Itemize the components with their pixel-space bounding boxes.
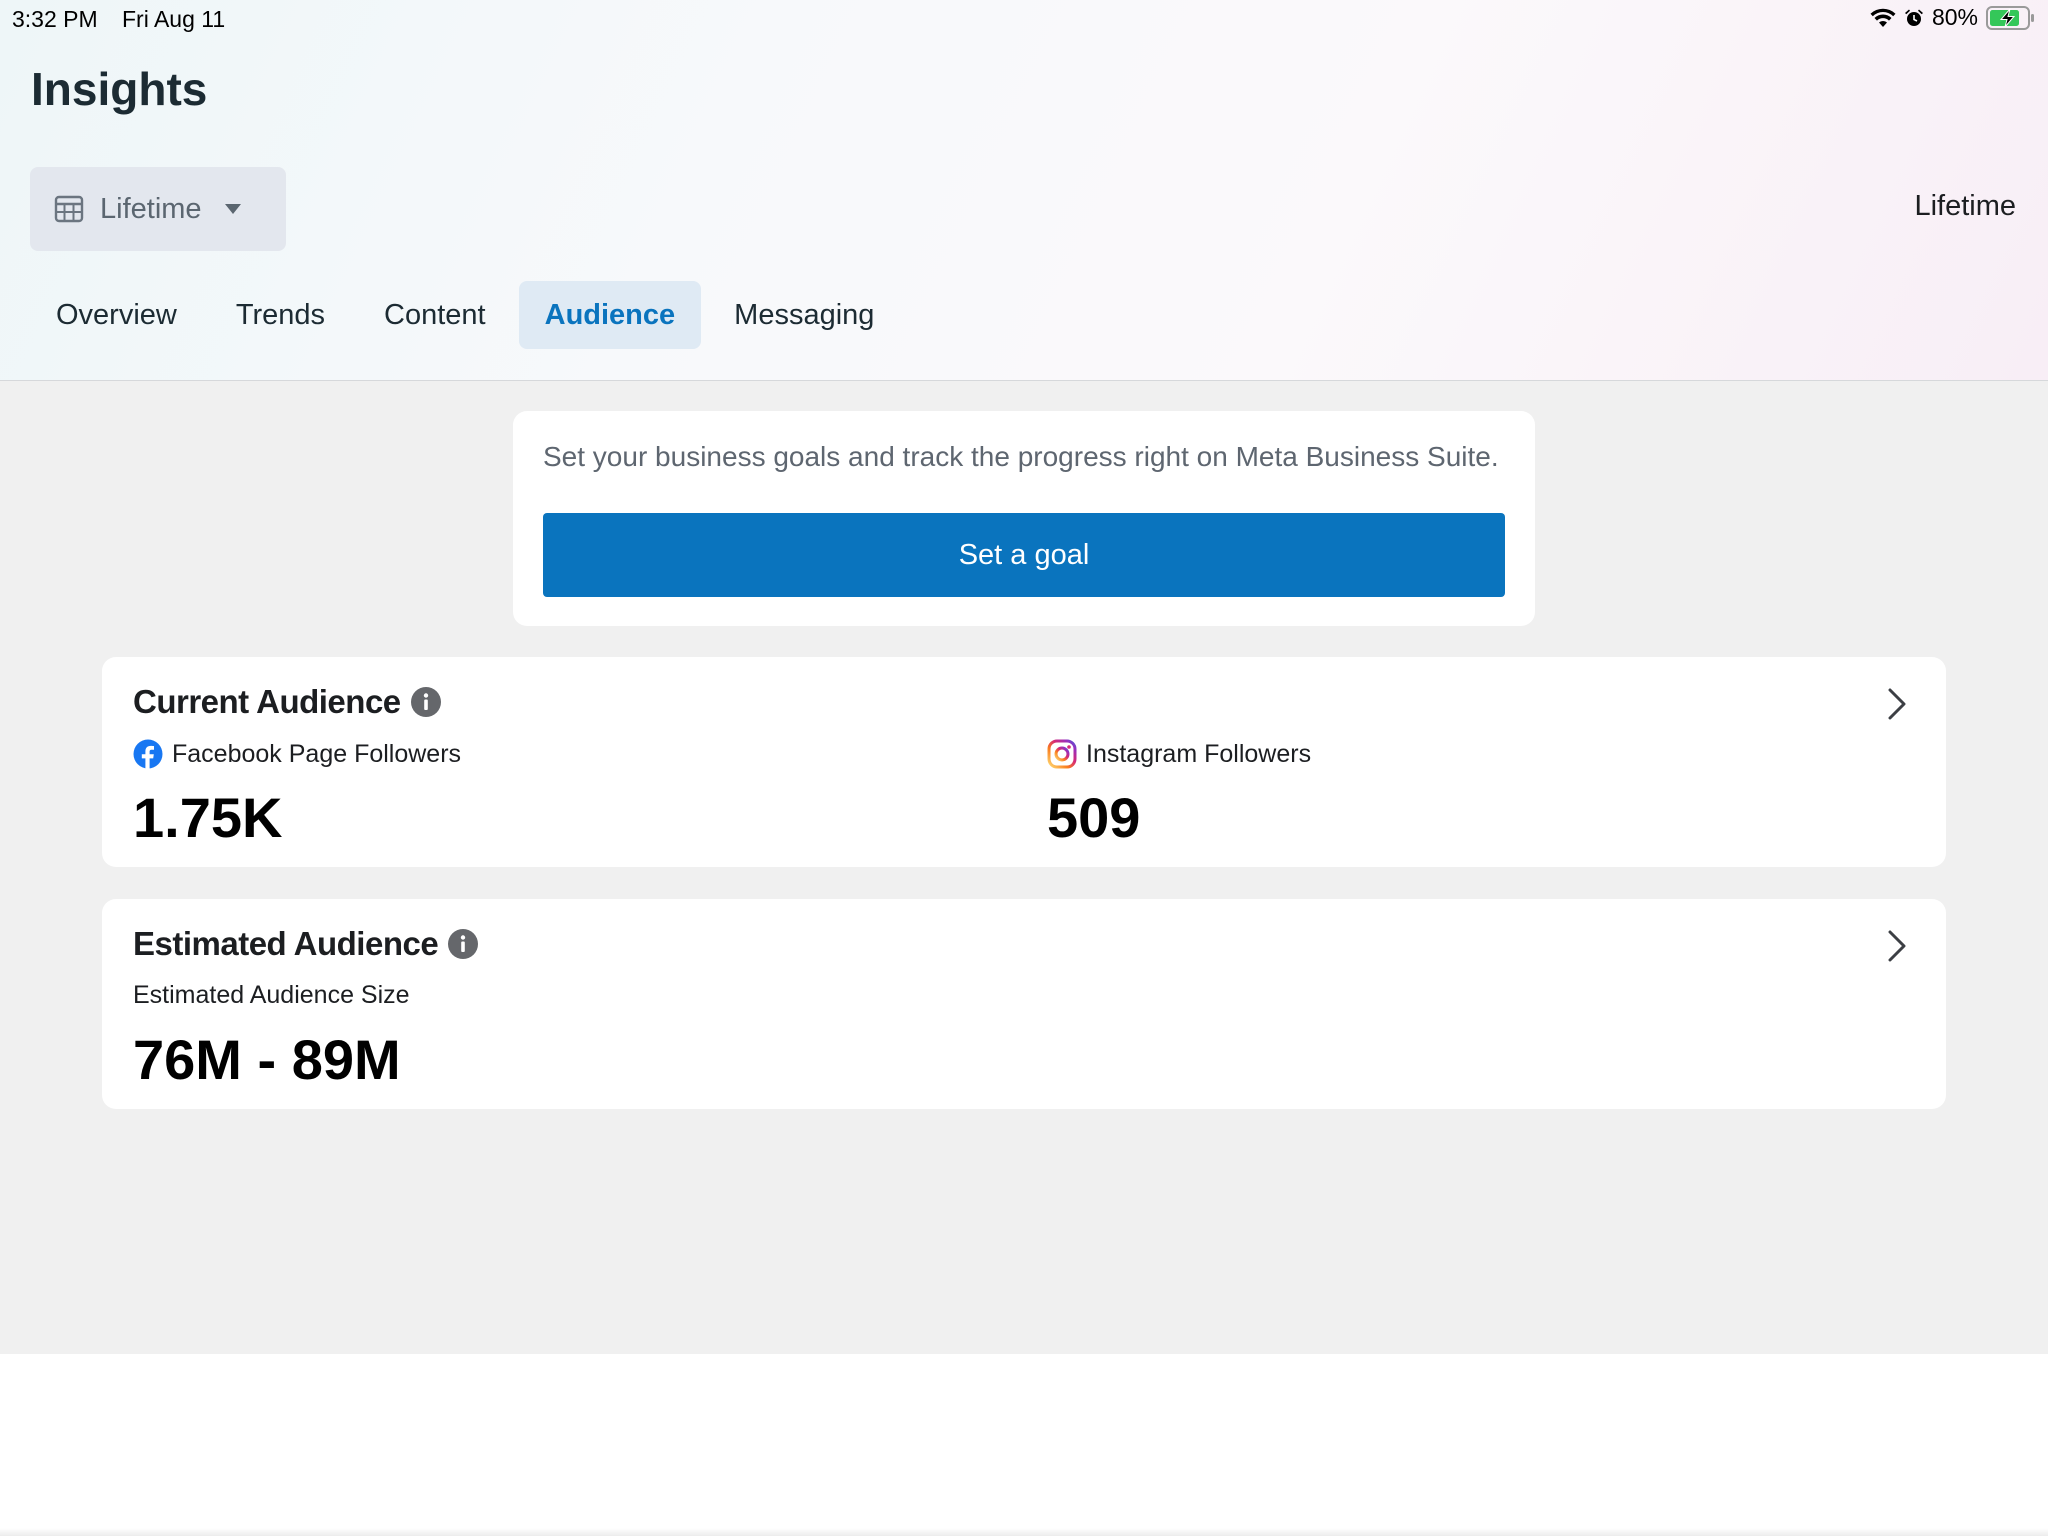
tab-overview[interactable]: Overview	[30, 281, 203, 349]
info-icon[interactable]	[410, 687, 441, 717]
instagram-followers-label: Instagram Followers	[1047, 739, 1311, 769]
status-time: 3:32 PM	[12, 6, 98, 32]
status-indicators: 80%	[1870, 4, 2036, 31]
chevron-right-icon[interactable]	[1886, 687, 1908, 721]
page-title: Insights	[31, 63, 208, 115]
estimated-audience-card[interactable]: Estimated Audience Estimated Audience Si…	[102, 899, 1946, 1109]
insights-tabs: Overview Trends Content Audience Messagi…	[30, 281, 907, 349]
bottom-blank-area	[0, 1354, 2048, 1536]
caret-down-icon	[224, 204, 241, 214]
facebook-icon	[133, 739, 163, 769]
tab-audience[interactable]: Audience	[518, 281, 702, 349]
instagram-followers-value: 509	[1047, 786, 1141, 849]
alarm-icon	[1904, 9, 1923, 26]
chevron-right-icon[interactable]	[1886, 929, 1908, 963]
battery-percentage: 80%	[1931, 4, 1978, 30]
status-date: Fri Aug 11	[122, 6, 226, 32]
estimated-audience-title: Estimated Audience	[133, 925, 479, 963]
wifi-icon	[1870, 8, 1896, 27]
current-audience-title: Current Audience	[133, 683, 441, 721]
date-range-label: Lifetime	[100, 192, 202, 225]
current-audience-card[interactable]: Current Audience Facebook Page Followers…	[102, 657, 1946, 867]
date-range-dropdown[interactable]: Lifetime	[30, 167, 286, 251]
facebook-followers-text: Facebook Page Followers	[172, 739, 462, 768]
estimated-audience-size-value: 76M - 89M	[133, 1028, 401, 1091]
date-range-summary: Lifetime	[1914, 190, 2016, 222]
instagram-icon	[1047, 739, 1077, 769]
facebook-followers-value: 1.75K	[133, 786, 283, 849]
facebook-followers-label: Facebook Page Followers	[133, 739, 461, 769]
battery-charging-icon	[1986, 5, 2034, 30]
tab-trends[interactable]: Trends	[210, 281, 351, 349]
calendar-icon	[54, 195, 84, 223]
instagram-followers-text: Instagram Followers	[1086, 739, 1312, 768]
insights-header: 3:32 PM Fri Aug 11 80% Insights Lifetime…	[0, 0, 2048, 381]
info-icon[interactable]	[448, 929, 479, 959]
estimated-audience-size-label: Estimated Audience Size	[133, 981, 410, 1009]
tab-messaging[interactable]: Messaging	[708, 281, 900, 349]
status-bar: 3:32 PM Fri Aug 11 80%	[0, 0, 2048, 38]
tab-content[interactable]: Content	[358, 281, 512, 349]
goal-description: Set your business goals and track the pr…	[543, 441, 1499, 472]
set-goal-button[interactable]: Set a goal	[543, 513, 1505, 597]
home-indicator	[0, 1528, 2048, 1536]
goal-card: Set your business goals and track the pr…	[513, 411, 1535, 626]
card-title-text: Current Audience	[133, 683, 401, 720]
card-title-text: Estimated Audience	[133, 925, 439, 962]
